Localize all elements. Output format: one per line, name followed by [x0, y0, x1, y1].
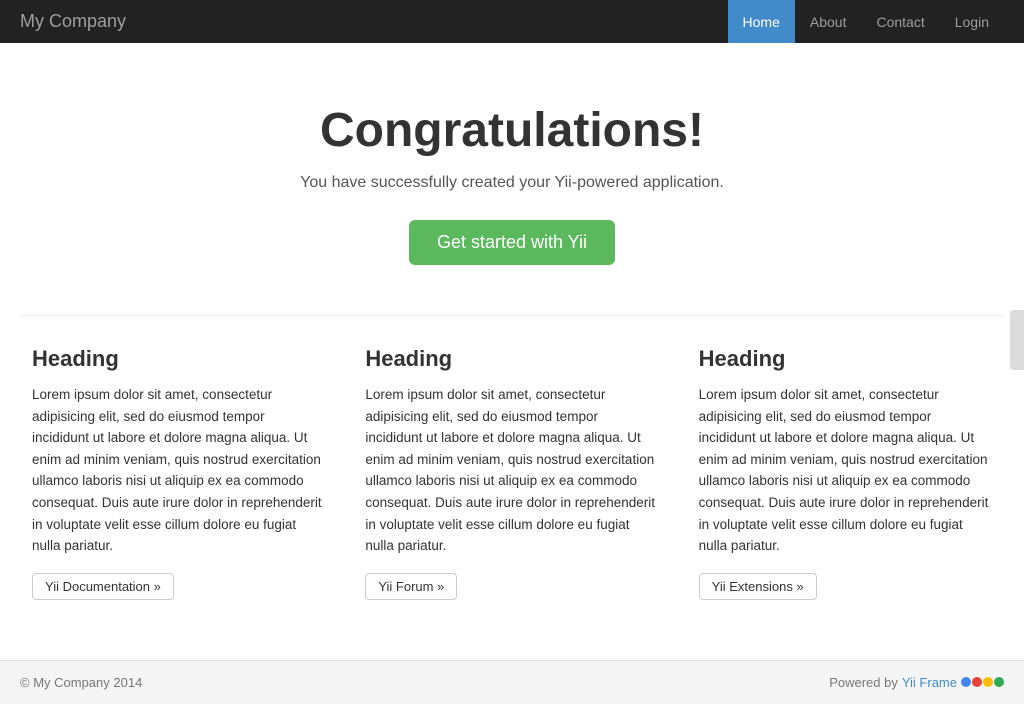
feature-col-3: Heading Lorem ipsum dolor sit amet, cons… — [699, 346, 992, 600]
nav-item-home: Home — [728, 0, 795, 43]
nav-link-login[interactable]: Login — [940, 0, 1004, 43]
logo-dot-red — [972, 677, 982, 687]
features-section: Heading Lorem ipsum dolor sit amet, cons… — [12, 316, 1012, 640]
footer: © My Company 2014 Powered by Yii Frame — [0, 660, 1024, 704]
navbar-brand[interactable]: My Company — [20, 11, 126, 32]
nav-item-contact: Contact — [861, 0, 939, 43]
feature-1-link[interactable]: Yii Documentation » — [32, 573, 174, 600]
hero-subtext: You have successfully created your Yii-p… — [20, 174, 1004, 192]
nav-link-about[interactable]: About — [795, 0, 862, 43]
footer-powered-link[interactable]: Yii Frame — [902, 675, 957, 690]
nav-link-contact[interactable]: Contact — [861, 0, 939, 43]
hero-heading: Congratulations! — [20, 103, 1004, 158]
yii-logo — [961, 677, 1004, 687]
footer-copyright: © My Company 2014 — [20, 675, 142, 690]
navbar-nav: Home About Contact Login — [728, 0, 1004, 43]
feature-col-2: Heading Lorem ipsum dolor sit amet, cons… — [365, 346, 658, 600]
logo-dot-yellow — [983, 677, 993, 687]
feature-2-body: Lorem ipsum dolor sit amet, consectetur … — [365, 384, 658, 557]
feature-2-heading: Heading — [365, 346, 658, 372]
nav-item-login: Login — [940, 0, 1004, 43]
hero-section: Congratulations! You have successfully c… — [0, 43, 1024, 315]
footer-powered: Powered by Yii Frame — [829, 675, 1004, 690]
nav-link-home[interactable]: Home — [728, 0, 795, 43]
feature-3-heading: Heading — [699, 346, 992, 372]
feature-1-heading: Heading — [32, 346, 325, 372]
footer-powered-text: Powered by — [829, 675, 898, 690]
feature-3-link[interactable]: Yii Extensions » — [699, 573, 817, 600]
feature-2-link[interactable]: Yii Forum » — [365, 573, 457, 600]
feature-col-1: Heading Lorem ipsum dolor sit amet, cons… — [32, 346, 325, 600]
logo-dot-blue — [961, 677, 971, 687]
navbar: My Company Home About Contact Login — [0, 0, 1024, 43]
feature-3-body: Lorem ipsum dolor sit amet, consectetur … — [699, 384, 992, 557]
logo-dot-green — [994, 677, 1004, 687]
nav-item-about: About — [795, 0, 862, 43]
feature-1-body: Lorem ipsum dolor sit amet, consectetur … — [32, 384, 325, 557]
get-started-button[interactable]: Get started with Yii — [409, 220, 615, 265]
scrollbar-hint[interactable] — [1010, 310, 1024, 370]
